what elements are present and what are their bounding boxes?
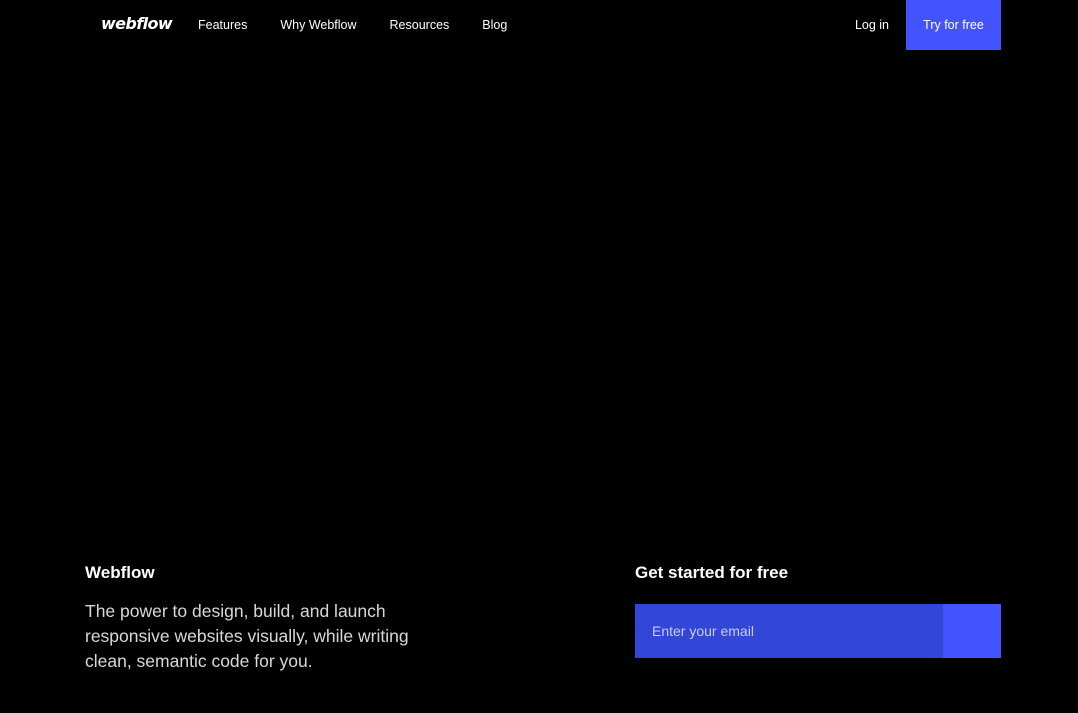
nav-link-resources[interactable]: Resources [390,0,450,50]
submit-button[interactable] [943,604,1001,658]
nav-link-blog[interactable]: Blog [482,0,507,50]
nav-link-why-webflow[interactable]: Why Webflow [280,0,356,50]
login-link[interactable]: Log in [855,0,906,50]
try-for-free-button[interactable]: Try for free [906,0,1001,50]
signup-form [635,604,1001,658]
brand-title: Webflow [85,563,155,582]
signup-title: Get started for free [635,563,789,582]
signup-block: Get started for free [635,560,1001,658]
nav-links: Features Why Webflow Resources Blog [198,0,540,50]
top-navigation: webflow Features Why Webflow Resources B… [0,0,1078,50]
nav-link-features[interactable]: Features [198,0,247,50]
page: webflow Features Why Webflow Resources B… [0,0,1078,713]
email-input[interactable] [635,604,943,658]
brand-block: Webflow The power to design, build, and … [85,560,465,674]
brand-description: The power to design, build, and launch r… [85,601,409,671]
webflow-logo[interactable]: webflow [101,13,173,35]
nav-actions: Log in Try for free [855,0,1001,50]
